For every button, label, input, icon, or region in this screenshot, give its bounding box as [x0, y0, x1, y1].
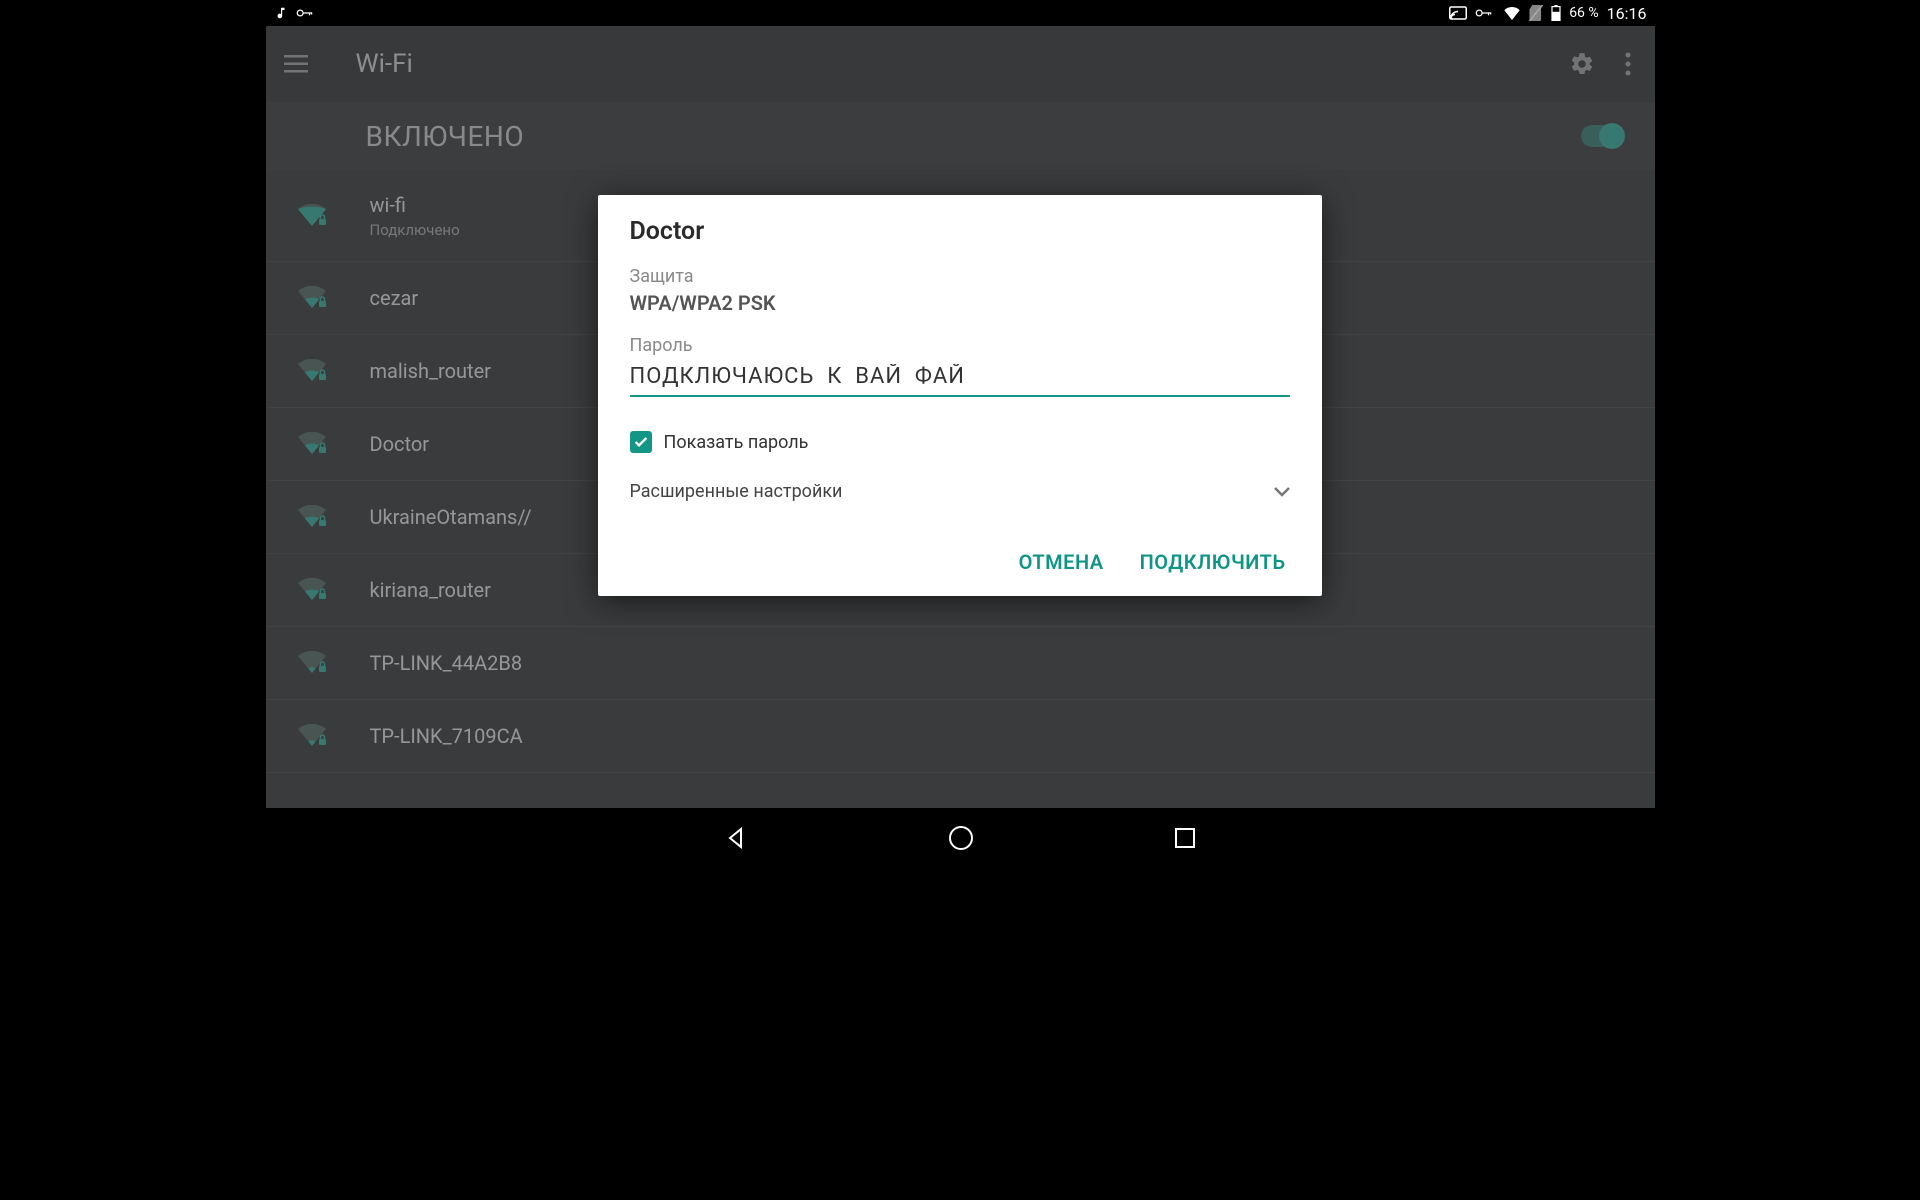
connect-button[interactable]: ПОДКЛЮЧИТЬ: [1136, 542, 1290, 582]
wifi-signal-icon: [294, 724, 330, 748]
settings-button[interactable]: [1569, 51, 1595, 77]
wifi-ssid: cezar: [370, 286, 419, 310]
wifi-status-icon: [1503, 6, 1521, 20]
overflow-menu-button[interactable]: [1625, 52, 1631, 76]
wifi-signal-icon: [294, 204, 330, 228]
wifi-network-row[interactable]: TP-LINK_7109CA: [266, 700, 1655, 773]
advanced-settings-label: Расширенные настройки: [630, 481, 843, 502]
wifi-ssid: malish_router: [370, 359, 491, 383]
wifi-signal-icon: [294, 286, 330, 310]
wifi-signal-icon: [294, 432, 330, 456]
status-bar: 66 % 16:16: [266, 0, 1655, 26]
wifi-toggle-bar: ВКЛЮЧЕНО: [266, 102, 1655, 170]
key-status-icon: [296, 6, 316, 20]
security-label: Защита: [630, 266, 1290, 287]
app-bar: Wi-Fi: [266, 26, 1655, 102]
show-password-row[interactable]: Показать пароль: [630, 431, 1290, 453]
security-value: WPA/WPA2 PSK: [630, 291, 1290, 315]
wifi-network-row[interactable]: TP-LINK_44A2B8: [266, 627, 1655, 700]
password-input[interactable]: [630, 356, 1290, 397]
battery-icon: [1551, 5, 1561, 21]
cast-icon: [1449, 6, 1467, 20]
vpn-key-icon: [1475, 7, 1495, 19]
wifi-ssid: kiriana_router: [370, 578, 491, 602]
screen: 66 % 16:16 Wi-Fi ВКЛЮЧЕНО wi-fi П: [266, 0, 1655, 868]
wifi-ssid: wi-fi: [370, 193, 460, 217]
show-password-checkbox[interactable]: [630, 431, 652, 453]
clock: 16:16: [1607, 4, 1647, 23]
wifi-connect-dialog: Doctor Защита WPA/WPA2 PSK Пароль Показа…: [598, 195, 1322, 596]
menu-button[interactable]: [266, 55, 326, 73]
wifi-signal-icon: [294, 505, 330, 529]
recent-apps-button[interactable]: [1174, 827, 1196, 849]
wifi-toggle-switch[interactable]: [1581, 125, 1625, 147]
wifi-state-label: ВКЛЮЧЕНО: [366, 120, 525, 153]
status-left: [274, 6, 316, 20]
wifi-ssid: TP-LINK_7109CA: [370, 724, 523, 748]
wifi-signal-icon: [294, 359, 330, 383]
wifi-signal-icon: [294, 578, 330, 602]
no-sim-icon: [1529, 5, 1543, 21]
page-title: Wi-Fi: [356, 49, 413, 79]
wifi-status: Подключено: [370, 221, 460, 239]
password-label: Пароль: [630, 335, 1290, 356]
music-status-icon: [274, 6, 288, 20]
dialog-title: Doctor: [630, 217, 1290, 246]
chevron-down-icon: [1274, 487, 1290, 497]
status-right: 66 % 16:16: [1449, 4, 1646, 23]
wifi-ssid: Doctor: [370, 432, 430, 456]
cancel-button[interactable]: ОТМЕНА: [1015, 542, 1108, 582]
battery-text: 66 %: [1569, 5, 1598, 21]
home-button[interactable]: [948, 825, 974, 851]
wifi-ssid: UkraineOtamans//: [370, 505, 532, 529]
show-password-label: Показать пароль: [664, 432, 809, 453]
wifi-signal-icon: [294, 651, 330, 675]
advanced-settings-row[interactable]: Расширенные настройки: [630, 481, 1290, 502]
navigation-bar: [266, 808, 1655, 868]
back-button[interactable]: [724, 826, 748, 850]
wifi-ssid: TP-LINK_44A2B8: [370, 651, 523, 675]
